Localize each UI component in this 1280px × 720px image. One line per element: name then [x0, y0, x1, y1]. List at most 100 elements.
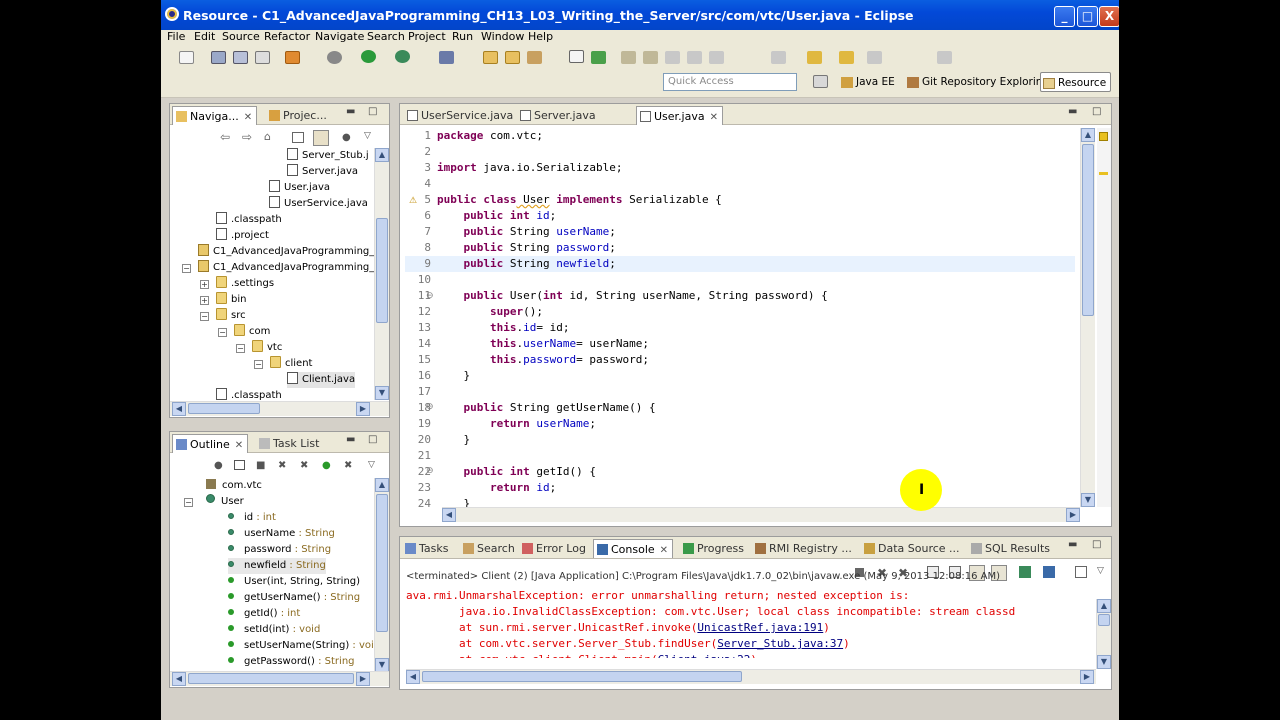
close-button[interactable]: X	[1099, 6, 1119, 27]
scroll-left-icon[interactable]: ◀	[442, 508, 456, 522]
maximize-icon[interactable]: □	[1092, 539, 1101, 550]
collapse-toggle[interactable]: −	[200, 312, 209, 321]
sort-icon[interactable]: ●	[214, 460, 223, 471]
tab-tasks[interactable]: Tasks	[402, 539, 448, 558]
scroll-right-icon[interactable]: ▶	[1066, 508, 1080, 522]
tree-item[interactable]: src	[216, 308, 246, 324]
menu-edit[interactable]: Edit	[194, 30, 215, 44]
view-menu-icon[interactable]: ▽	[368, 460, 375, 470]
outline-item[interactable]: setUserName(String) : voic	[228, 638, 374, 654]
minimize-icon[interactable]: ▬	[346, 434, 355, 445]
code-line[interactable]: 15 this.password= password;	[405, 352, 1075, 368]
stacktrace-link[interactable]: UnicastRef.java:191	[697, 621, 823, 634]
tree-item[interactable]: C1_AdvancedJavaProgramming_C	[198, 244, 374, 260]
tab-project-explorer[interactable]: Projec...	[266, 106, 327, 125]
outline-item[interactable]: setId(int) : void	[228, 622, 320, 638]
outline-item[interactable]: User(int, String, String)	[228, 574, 360, 590]
code-line[interactable]: 9 public String newfield;	[405, 256, 1075, 272]
tree-item[interactable]: Server_Stub.j	[287, 148, 369, 164]
close-tab-icon[interactable]: ✕	[660, 545, 668, 556]
menu-search[interactable]: Search	[367, 30, 405, 44]
scroll-right-icon[interactable]: ▶	[356, 672, 370, 686]
navigator-vscroll[interactable]: ▲ ▼	[374, 148, 389, 400]
toggle-breadcrumb-icon[interactable]	[569, 50, 584, 63]
code-line[interactable]: 19 return userName;	[405, 416, 1075, 432]
overview-ruler[interactable]	[1097, 128, 1111, 507]
outline-item[interactable]: newfield : String	[228, 558, 326, 574]
tree-item[interactable]: .classpath	[216, 388, 282, 400]
stacktrace-link[interactable]: Client.java:22	[658, 653, 751, 658]
scroll-down-icon[interactable]: ▼	[1081, 493, 1095, 507]
tree-item[interactable]: Server.java	[287, 164, 358, 180]
up-nav-icon[interactable]: ⌂	[264, 130, 271, 143]
outline-item[interactable]: userName : String	[228, 526, 335, 542]
code-line[interactable]: 7 public String userName;	[405, 224, 1075, 240]
code-line[interactable]: 16 }	[405, 368, 1075, 384]
tree-item[interactable]: client	[270, 356, 312, 372]
expand-toggle[interactable]: +	[200, 280, 209, 289]
scroll-down-icon[interactable]: ▼	[1097, 655, 1111, 669]
scroll-up-icon[interactable]: ▲	[375, 478, 389, 492]
outline-item[interactable]: getUserName() : String	[228, 590, 360, 606]
scroll-thumb[interactable]	[188, 673, 354, 684]
code-line[interactable]: 12 super();	[405, 304, 1075, 320]
collapse-toggle[interactable]: −	[254, 360, 263, 369]
perspective-resource[interactable]: Resource	[1040, 72, 1112, 92]
code-line[interactable]: 6 public int id;	[405, 208, 1075, 224]
next-annotation-icon[interactable]	[771, 51, 786, 64]
outline-item[interactable]: com.vtc	[206, 478, 262, 494]
forward-nav-icon[interactable]: ⇨	[242, 130, 252, 144]
code-line[interactable]: 5 public class User implements Serializab…	[405, 192, 1075, 208]
open-console-icon[interactable]	[1075, 566, 1087, 578]
editor-hscroll[interactable]: ◀ ▶	[442, 507, 1080, 522]
quick-access-input[interactable]: Quick Access	[663, 73, 797, 91]
code-line[interactable]: 10	[405, 272, 1075, 288]
filters-icon[interactable]: ●	[342, 132, 351, 143]
code-line[interactable]: 11 public User(int id, String userName, …	[405, 288, 1075, 304]
code-area[interactable]: 1 package com.vtc; 2 3 import java.io.Serial…	[405, 128, 1085, 512]
menu-window[interactable]: Window	[481, 30, 524, 44]
mark-occurrences-icon[interactable]	[591, 51, 606, 64]
code-line[interactable]: 4	[405, 176, 1075, 192]
tab-rmi-registry[interactable]: RMI Registry ...	[752, 539, 852, 558]
code-line[interactable]: 20 }	[405, 432, 1075, 448]
console-vscroll[interactable]: ▲ ▼	[1096, 599, 1111, 669]
code-line[interactable]: 18 public String getUserName() {	[405, 400, 1075, 416]
menu-refactor[interactable]: Refactor	[264, 30, 310, 44]
scroll-thumb[interactable]	[376, 494, 388, 632]
title-bar[interactable]: Resource - C1_AdvancedJavaProgramming_CH…	[161, 0, 1119, 30]
debug-icon[interactable]	[327, 51, 342, 64]
tab-sql-results[interactable]: SQL Results	[968, 539, 1050, 558]
outline-item[interactable]: getId() : int	[228, 606, 300, 622]
console-output[interactable]: ava.rmi.UnmarshalException: error unmars…	[406, 588, 1099, 658]
maximize-icon[interactable]: □	[368, 434, 377, 445]
package-icon[interactable]	[285, 51, 300, 64]
maximize-icon[interactable]: □	[368, 106, 377, 117]
code-line[interactable]: 22 public int getId() {	[405, 464, 1075, 480]
tree-item[interactable]: bin	[216, 292, 246, 308]
pin-editor-icon[interactable]	[937, 51, 952, 64]
collapse-all-icon[interactable]	[292, 132, 304, 143]
filter-icon[interactable]: ✖	[344, 460, 352, 471]
pin-console-icon[interactable]	[1019, 566, 1031, 578]
close-tab-icon[interactable]: ✕	[235, 440, 243, 451]
hide-local-types-icon[interactable]: ●	[322, 460, 331, 471]
scroll-left-icon[interactable]: ◀	[406, 670, 420, 684]
collapse-toggle[interactable]: −	[184, 498, 193, 507]
open-perspective-icon[interactable]	[813, 75, 828, 88]
back-icon[interactable]	[839, 51, 854, 64]
outline-item[interactable]: password : String	[228, 542, 331, 558]
expand-toggle[interactable]: +	[200, 296, 209, 305]
tab-server-java[interactable]: Server.java	[517, 106, 596, 125]
last-edit-icon[interactable]	[807, 51, 822, 64]
collapse-all-icon[interactable]	[234, 460, 245, 470]
external-tools-icon[interactable]	[395, 50, 410, 63]
code-line[interactable]: 14 this.userName= userName;	[405, 336, 1075, 352]
block-select-icon[interactable]	[665, 51, 680, 64]
tab-data-source[interactable]: Data Source ...	[861, 539, 960, 558]
view-menu-icon[interactable]: ▽	[364, 131, 371, 141]
tab-userservice-java[interactable]: UserService.java	[404, 106, 513, 125]
open-folder-icon[interactable]	[483, 51, 498, 64]
code-line[interactable]: 1 package com.vtc;	[405, 128, 1075, 144]
collapse-toggle[interactable]: −	[218, 328, 227, 337]
